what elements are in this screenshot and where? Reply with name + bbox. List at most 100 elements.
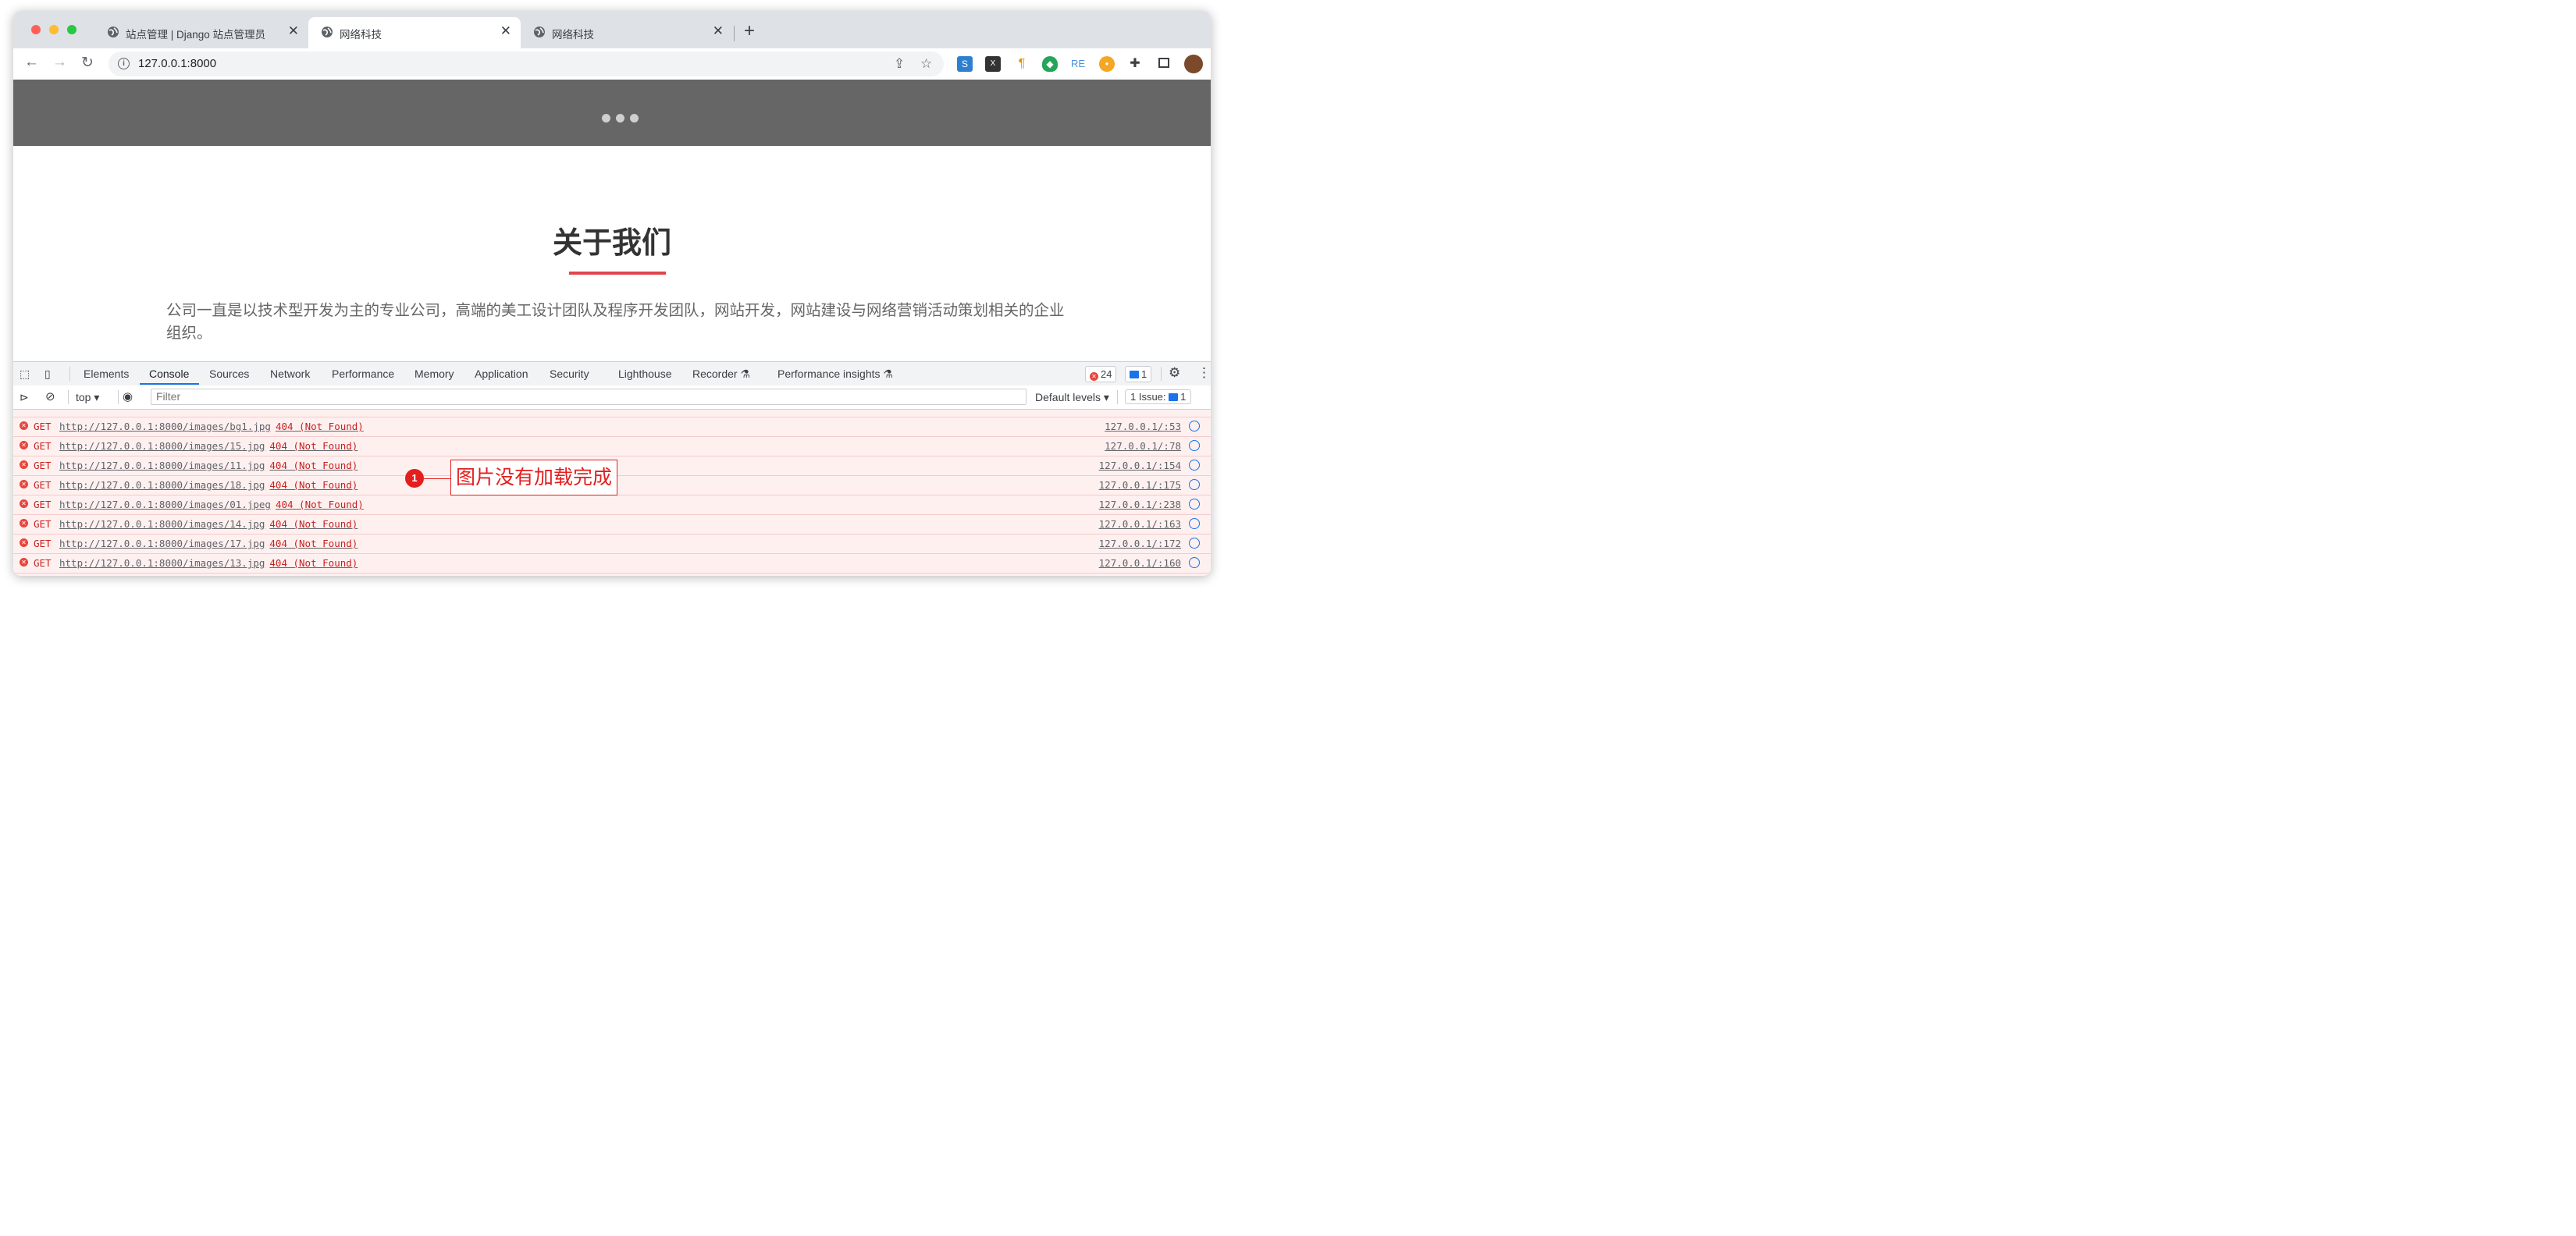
source-link[interactable]: 127.0.0.1/:154 <box>1099 460 1181 471</box>
request-url-link[interactable]: http://127.0.0.1:8000/images/11.jpg 404 (… <box>59 460 358 471</box>
show-sidebar-icon[interactable]: ⊳ <box>20 391 29 404</box>
error-count-badge[interactable]: ✕ 24 <box>1085 366 1117 382</box>
bookmark-star-icon[interactable]: ☆ <box>920 56 932 72</box>
carousel-dot[interactable] <box>630 114 639 123</box>
minimize-window-button[interactable] <box>49 25 59 34</box>
request-status: 404 (Not Found) <box>269 440 358 452</box>
browser-tab-2[interactable]: 网络科技 ✕ <box>308 17 521 48</box>
message-count-badge[interactable]: 1 <box>1125 366 1152 382</box>
more-options-icon[interactable]: ⋮ <box>1197 365 1211 381</box>
console-error-row[interactable]: ✕ GET http://127.0.0.1:8000/images/17.jpg 4… <box>13 534 1211 554</box>
tab-strip: 站点管理 | Django 站点管理员 ✕ 网络科技 ✕ 网络科技 ✕ + <box>13 11 1211 48</box>
tab-performance-insights[interactable]: Performance insights ⚗ <box>777 368 893 381</box>
reveal-in-network-icon[interactable] <box>1189 538 1200 549</box>
carousel-dot[interactable] <box>616 114 624 123</box>
forward-arrow-icon[interactable]: → <box>52 54 67 71</box>
request-url-link[interactable]: http://127.0.0.1:8000/images/bg1.jpg 404 … <box>59 421 364 432</box>
carousel-dot[interactable] <box>602 114 610 123</box>
issues-count: 1 <box>1180 391 1187 403</box>
extension-shield-icon[interactable]: ◆ <box>1042 56 1058 72</box>
tab-network[interactable]: Network <box>270 368 310 380</box>
message-count: 1 <box>1141 368 1147 380</box>
address-bar[interactable]: i 127.0.0.1:8000 ⇪ ☆ <box>109 52 944 76</box>
extension-paragraph-icon[interactable]: ¶ <box>1014 56 1030 72</box>
live-expression-eye-icon[interactable]: ◉ <box>123 389 133 403</box>
source-link[interactable]: 127.0.0.1/:53 <box>1105 421 1181 432</box>
inspect-element-icon[interactable]: ⬚ <box>20 368 30 381</box>
console-error-row[interactable]: ✕ GET http://127.0.0.1:8000/images/15.jpg 4… <box>13 436 1211 456</box>
share-icon[interactable]: ⇪ <box>894 56 905 72</box>
tab-security[interactable]: Security <box>550 368 589 380</box>
error-icon: ✕ <box>20 421 28 430</box>
tab-console[interactable]: Console <box>149 368 189 380</box>
browser-tab-1[interactable]: 站点管理 | Django 站点管理员 ✕ <box>94 17 308 48</box>
request-url-link[interactable]: http://127.0.0.1:8000/images/13.jpg 404 (… <box>59 557 358 569</box>
console-error-row[interactable]: ✕ GET http://127.0.0.1:8000/images/14.jpg 4… <box>13 514 1211 535</box>
request-url-link[interactable]: http://127.0.0.1:8000/images/15.jpg 404 (… <box>59 440 358 452</box>
close-tab-icon[interactable]: ✕ <box>288 23 299 39</box>
close-tab-icon[interactable]: ✕ <box>713 23 724 39</box>
maximize-window-button[interactable] <box>67 25 76 34</box>
issue-flag-icon <box>1169 393 1179 401</box>
reveal-in-network-icon[interactable] <box>1189 479 1200 490</box>
tab-elements[interactable]: Elements <box>84 368 129 380</box>
extension-re-icon[interactable]: RE <box>1070 56 1086 72</box>
request-method: GET <box>34 421 52 432</box>
console-error-row[interactable]: ✕ GET http://127.0.0.1:8000/images/13.jpg 4… <box>13 553 1211 574</box>
source-link[interactable]: 127.0.0.1/:163 <box>1099 518 1181 530</box>
experiment-flask-icon: ⚗ <box>740 368 751 380</box>
extension-s-icon[interactable]: S <box>957 56 973 72</box>
error-icon: ✕ <box>1090 372 1098 381</box>
request-url-link[interactable]: http://127.0.0.1:8000/images/17.jpg 404 (… <box>59 538 358 549</box>
source-link[interactable]: 127.0.0.1/:172 <box>1099 538 1181 549</box>
request-method: GET <box>34 557 52 569</box>
tab-memory[interactable]: Memory <box>415 368 454 380</box>
log-levels-value: Default levels <box>1035 391 1101 403</box>
tab-lighthouse[interactable]: Lighthouse <box>618 368 672 380</box>
issues-button[interactable]: 1 Issue: 1 <box>1125 389 1192 404</box>
profile-avatar[interactable] <box>1184 55 1203 73</box>
side-panel-icon[interactable] <box>1156 56 1172 72</box>
request-url-link[interactable]: http://127.0.0.1:8000/images/18.jpg 404 (… <box>59 479 358 491</box>
source-link[interactable]: 127.0.0.1/:175 <box>1099 479 1181 491</box>
close-tab-icon[interactable]: ✕ <box>500 23 511 39</box>
tab-application[interactable]: Application <box>475 368 528 380</box>
settings-gear-icon[interactable]: ⚙ <box>1169 365 1180 381</box>
request-url-link[interactable]: http://127.0.0.1:8000/images/14.jpg 404 (… <box>59 518 358 530</box>
request-status: 404 (Not Found) <box>269 479 358 491</box>
console-filter-input[interactable] <box>151 389 1026 405</box>
request-url-link[interactable]: http://127.0.0.1:8000/images/01.jpeg 404 … <box>59 499 364 510</box>
request-url: http://127.0.0.1:8000/images/01.jpeg <box>59 499 271 510</box>
tab-performance[interactable]: Performance <box>332 368 394 380</box>
address-url: 127.0.0.1:8000 <box>138 57 217 70</box>
clear-console-icon[interactable]: ⊘ <box>45 389 55 403</box>
tab-title: 网络科技 <box>340 29 382 41</box>
reveal-in-network-icon[interactable] <box>1189 518 1200 529</box>
browser-tab-3[interactable]: 网络科技 ✕ <box>521 17 733 48</box>
new-tab-button[interactable]: + <box>744 20 755 42</box>
tab-sources[interactable]: Sources <box>209 368 249 380</box>
site-info-icon[interactable]: i <box>118 58 130 69</box>
reveal-in-network-icon[interactable] <box>1189 499 1200 510</box>
tab-recorder[interactable]: Recorder ⚗ <box>692 368 750 381</box>
source-link[interactable]: 127.0.0.1/:78 <box>1105 440 1181 452</box>
reload-icon[interactable]: ↻ <box>81 54 94 72</box>
reveal-in-network-icon[interactable] <box>1189 460 1200 471</box>
reveal-in-network-icon[interactable] <box>1189 440 1200 451</box>
reveal-in-network-icon[interactable] <box>1189 421 1200 432</box>
context-select[interactable]: top ▾ <box>76 391 99 404</box>
extension-x-icon[interactable]: X <box>985 56 1001 72</box>
device-toolbar-icon[interactable]: ▯ <box>44 368 51 381</box>
close-window-button[interactable] <box>31 25 41 34</box>
console-error-row[interactable]: ✕ GET http://127.0.0.1:8000/images/01.jpeg… <box>13 495 1211 515</box>
back-arrow-icon[interactable]: ← <box>24 54 39 71</box>
console-error-row[interactable]: ✕ GET http://127.0.0.1:8000/images/bg1.jpg… <box>13 417 1211 437</box>
extensions-puzzle-icon[interactable]: ✚ <box>1127 56 1143 72</box>
source-link[interactable]: 127.0.0.1/:160 <box>1099 557 1181 569</box>
log-levels-dropdown[interactable]: Default levels ▾ <box>1035 391 1109 404</box>
reveal-in-network-icon[interactable] <box>1189 557 1200 568</box>
source-link[interactable]: 127.0.0.1/:238 <box>1099 499 1181 510</box>
extension-orange-icon[interactable]: ● <box>1099 56 1115 72</box>
request-method: GET <box>34 460 52 471</box>
error-icon: ✕ <box>20 441 28 449</box>
